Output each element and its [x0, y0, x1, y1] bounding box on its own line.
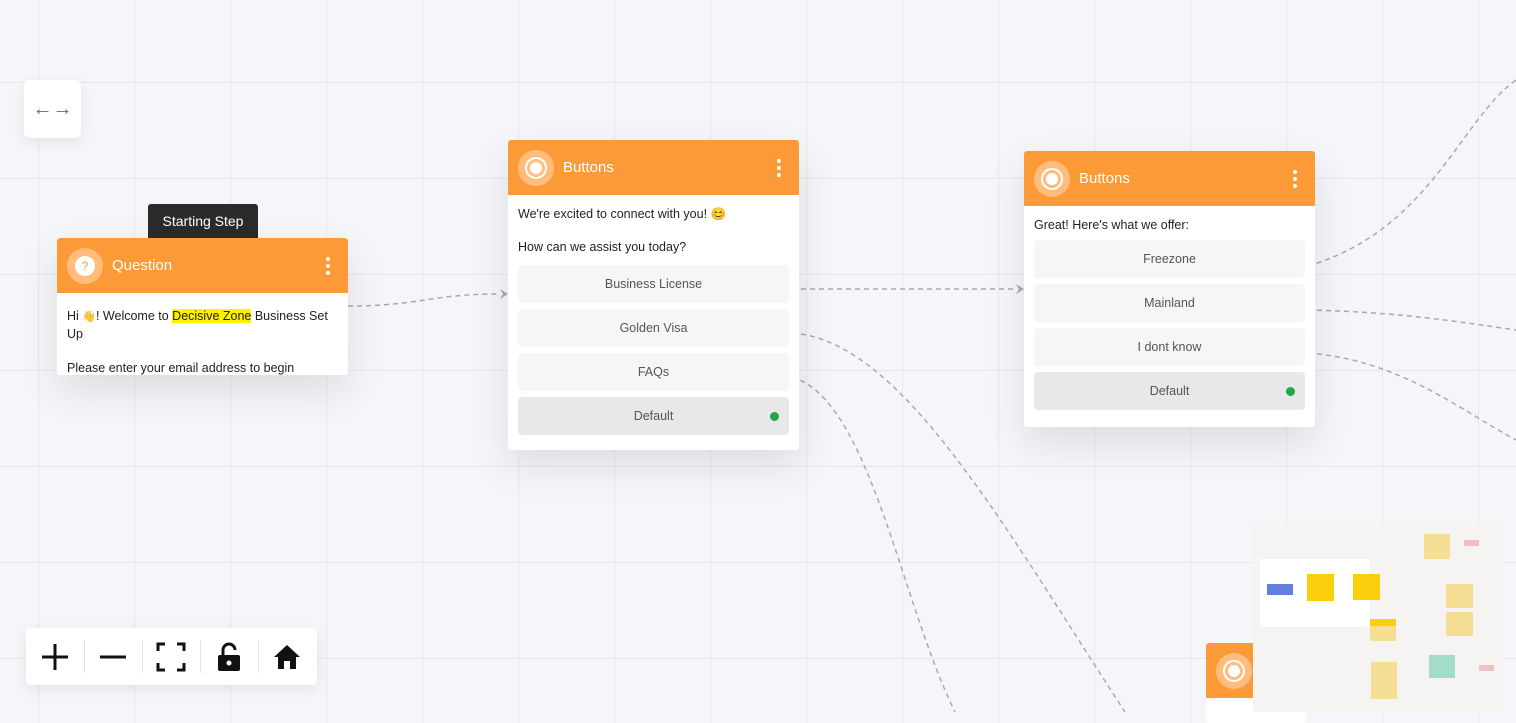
arrow-head-buttons1 [500, 289, 508, 299]
buttons-node-2[interactable]: Buttons Great! Here's what we offer: Fre… [1024, 151, 1315, 427]
home-icon [274, 644, 300, 669]
minimap-node [1371, 662, 1397, 699]
zoom-out-icon [100, 655, 126, 658]
left-right-arrows-icon: ←→ [32, 97, 73, 120]
minimap[interactable] [1253, 523, 1503, 712]
kebab-menu-icon[interactable] [1285, 169, 1305, 188]
edge-mainland [1307, 309, 1516, 331]
wave-emoji: 👋 [82, 311, 96, 323]
option-business-license[interactable]: Business License [518, 265, 789, 303]
option-default[interactable]: Default [1034, 372, 1305, 410]
option-default[interactable]: Default [518, 397, 789, 435]
minimap-node [1353, 574, 1380, 600]
kebab-menu-icon[interactable] [769, 158, 789, 177]
node-header[interactable]: Buttons [1024, 151, 1315, 206]
edge-i-dont-know [1307, 352, 1516, 441]
node-title: Buttons [563, 159, 614, 176]
node-title: Question [112, 257, 173, 274]
edge-freezone [1307, 79, 1516, 267]
option-faqs[interactable]: FAQs [518, 353, 789, 391]
canvas-controls [26, 628, 317, 685]
node-header[interactable]: ? Question [57, 238, 348, 293]
zoom-out-button[interactable] [84, 628, 142, 685]
toggle-sidebar-button[interactable]: ←→ [24, 80, 81, 138]
kebab-menu-icon[interactable] [318, 256, 338, 275]
buttons-node-1[interactable]: Buttons We're excited to connect with yo… [508, 140, 799, 450]
option-i-dont-know[interactable]: I dont know [1034, 328, 1305, 366]
highlighted-text: Decisive Zone [172, 309, 252, 323]
lock-toggle-button[interactable] [200, 628, 258, 685]
option-freezone[interactable]: Freezone [1034, 240, 1305, 278]
option-mainland[interactable]: Mainland [1034, 284, 1305, 322]
minimap-node [1424, 534, 1450, 559]
minimap-node [1267, 584, 1293, 595]
edge-question-to-buttons [347, 293, 501, 307]
minimap-node [1307, 574, 1334, 601]
question-message: Hi 👋! Welcome to Decisive Zone Business … [67, 309, 328, 341]
node-message-line-1: Great! Here's what we offer: [1034, 218, 1189, 232]
node-message-line-2: How can we assist you today? [518, 240, 687, 254]
minimap-node [1370, 626, 1396, 641]
node-header[interactable]: Buttons [508, 140, 799, 195]
option-label: Default [1149, 384, 1190, 398]
option-golden-visa[interactable]: Golden Visa [518, 309, 789, 347]
default-status-dot [1286, 387, 1295, 396]
node-title: Buttons [1079, 170, 1130, 187]
minimap-node [1429, 655, 1455, 678]
fit-view-icon [156, 642, 186, 671]
minimap-node [1370, 619, 1396, 626]
option-label: Default [633, 409, 674, 423]
home-button[interactable] [258, 628, 316, 685]
default-status-dot [770, 412, 779, 421]
radio-icon [1216, 652, 1252, 689]
minimap-node [1446, 612, 1473, 636]
minimap-node [1464, 540, 1479, 546]
fit-view-button[interactable] [142, 628, 200, 685]
zoom-in-button[interactable] [26, 628, 84, 685]
radio-icon [518, 149, 554, 186]
unlock-icon [218, 642, 240, 671]
svg-text:?: ? [82, 259, 89, 273]
minimap-node [1446, 584, 1473, 608]
node-message-line-1: We're excited to connect with you! 😊 [518, 207, 727, 221]
question-prompt: Please enter your email address to begin [67, 361, 295, 375]
zoom-in-icon [42, 643, 68, 670]
question-node[interactable]: ? Question Hi 👋! Welcome to Decisive Zon… [57, 238, 348, 375]
arrow-head-buttons2 [1016, 284, 1024, 294]
question-icon: ? [67, 247, 103, 284]
starting-step-label: Starting Step [148, 204, 258, 238]
minimap-node [1479, 665, 1494, 671]
radio-icon [1034, 160, 1070, 197]
